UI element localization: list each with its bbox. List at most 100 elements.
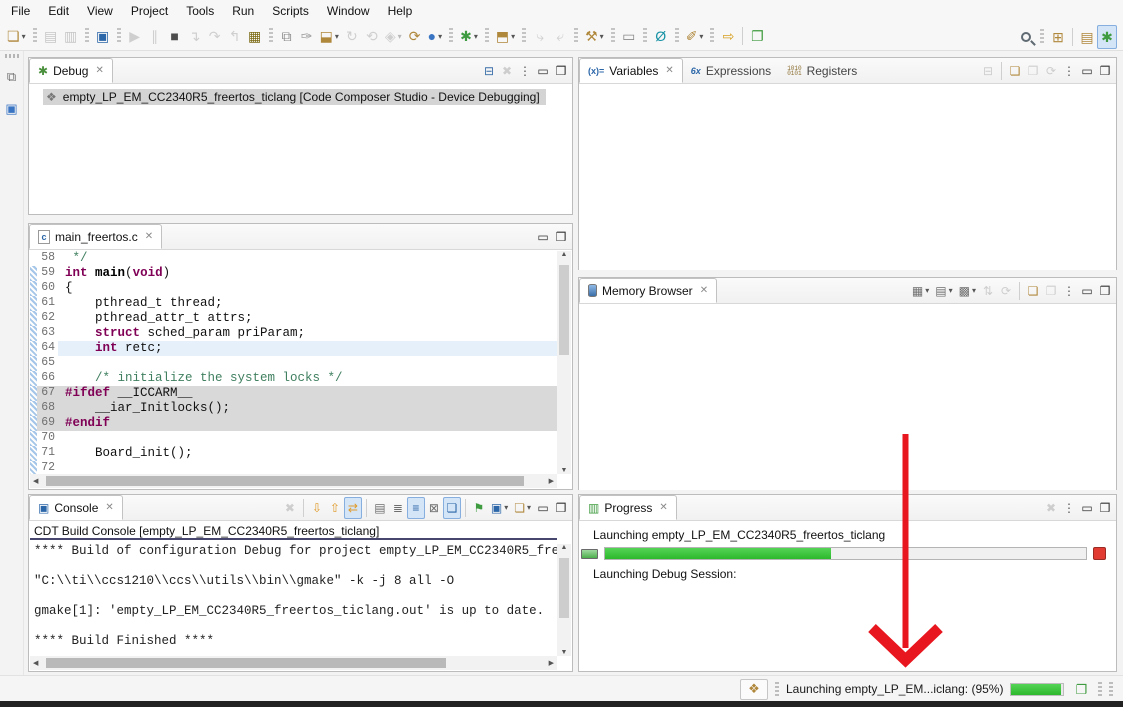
new-target-config-button[interactable]: ●▾ xyxy=(425,24,445,48)
chevron-down-icon[interactable]: ▾ xyxy=(398,32,402,41)
halt-button[interactable]: Ø xyxy=(651,24,671,48)
chevron-down-icon[interactable]: ▾ xyxy=(527,503,531,512)
flash-button[interactable]: ✐▾ xyxy=(683,24,707,48)
scroll-left-icon[interactable]: ◀ xyxy=(33,659,38,667)
minimize-button[interactable]: ▭ xyxy=(1078,60,1096,82)
load-memory-button[interactable]: ⬒▾ xyxy=(493,24,518,48)
show-progress-view-button[interactable]: ❐ xyxy=(1071,677,1091,701)
debug-session-row[interactable]: ❖ empty_LP_EM_CC2340R5_freertos_ticlang … xyxy=(43,89,546,105)
chevron-down-icon[interactable]: ▾ xyxy=(925,286,929,295)
ccs-debug-perspective-button[interactable]: ✱ xyxy=(1097,25,1117,49)
cancel-operation-button[interactable] xyxy=(1093,547,1106,560)
scroll-left-icon[interactable]: ◀ xyxy=(33,477,38,485)
tab-memory-browser[interactable]: Memory Browser ✕ xyxy=(579,278,717,303)
open-console-button[interactable]: ❏▾ xyxy=(511,497,534,519)
editor-horizontal-scrollbar[interactable]: ◀ ▶ xyxy=(30,474,557,488)
maximize-button[interactable]: ❒ xyxy=(1096,60,1114,82)
pin-console-button[interactable]: ⚑ xyxy=(470,497,488,519)
variables-content[interactable] xyxy=(579,84,1116,270)
maximize-button[interactable]: ❒ xyxy=(552,226,570,248)
view-menu-button[interactable]: ⋮ xyxy=(516,60,534,82)
ccs-edit-perspective-button[interactable]: ▤ xyxy=(1077,25,1097,49)
maximize-button[interactable]: ❒ xyxy=(552,60,570,82)
scroll-down-icon[interactable]: ▼ xyxy=(561,649,568,656)
show-on-output-button[interactable]: ❏ xyxy=(443,497,461,519)
chevron-down-icon[interactable]: ▾ xyxy=(335,32,339,41)
forward-button[interactable]: ⇨ xyxy=(718,24,738,48)
tab-expressions[interactable]: 6x Expressions xyxy=(683,58,779,83)
chevron-down-icon[interactable]: ▾ xyxy=(949,286,953,295)
save-output-button[interactable]: ▤ xyxy=(371,497,389,519)
debug-button[interactable]: ✱▾ xyxy=(457,24,481,48)
clear-console-button[interactable]: ⊠ xyxy=(425,497,443,519)
scrollbar-thumb[interactable] xyxy=(46,476,524,486)
load-memory-button[interactable]: ▩▾ xyxy=(956,280,979,302)
refresh-target-button[interactable]: ⟳ xyxy=(405,24,425,48)
close-icon[interactable]: ✕ xyxy=(105,502,113,513)
connect-target-button[interactable]: ⧉ xyxy=(277,24,297,48)
new-window-button[interactable]: ❐ xyxy=(747,24,767,48)
save-memory-button[interactable]: ▤▾ xyxy=(932,280,955,302)
scrollbar-thumb[interactable] xyxy=(46,658,446,668)
minimize-button[interactable]: ▭ xyxy=(1078,497,1096,519)
menu-edit[interactable]: Edit xyxy=(39,0,78,22)
menu-help[interactable]: Help xyxy=(379,0,422,22)
chevron-down-icon[interactable]: ▾ xyxy=(22,32,26,41)
tab-variables[interactable]: (x)= Variables ✕ xyxy=(579,58,683,83)
maximize-button[interactable]: ❒ xyxy=(552,497,570,519)
chevron-down-icon[interactable]: ▾ xyxy=(511,32,515,41)
editor-vertical-scrollbar[interactable]: ▲ ▼ xyxy=(557,251,571,474)
view-registers-button[interactable]: ▦ xyxy=(245,24,265,48)
switch-console-button[interactable]: ⇄ xyxy=(344,497,362,519)
console-output[interactable]: **** Build of configuration Debug for pr… xyxy=(30,544,557,656)
chevron-down-icon[interactable]: ▾ xyxy=(438,32,442,41)
new-tab-button[interactable]: ❏ xyxy=(1024,280,1042,302)
show-console-button[interactable]: ▣ xyxy=(93,24,113,48)
menu-tools[interactable]: Tools xyxy=(177,0,223,22)
load-program-button[interactable]: ⬓▾ xyxy=(317,24,342,48)
tab-progress[interactable]: ▥ Progress ✕ xyxy=(579,495,677,520)
search-button[interactable] xyxy=(1016,25,1036,49)
word-wrap-button[interactable]: ≡ xyxy=(407,497,425,519)
menu-project[interactable]: Project xyxy=(122,0,177,22)
scrollbar-thumb[interactable] xyxy=(559,265,569,355)
auto-connect-button[interactable]: ✑ xyxy=(297,24,317,48)
menu-window[interactable]: Window xyxy=(318,0,379,22)
build-button[interactable]: ⚒▾ xyxy=(582,24,607,48)
project-explorer-shortcut[interactable]: ▣ xyxy=(0,96,23,120)
chevron-down-icon[interactable]: ▾ xyxy=(972,286,976,295)
menu-file[interactable]: File xyxy=(2,0,39,22)
new-button[interactable]: ❏ xyxy=(1006,60,1024,82)
collapse-all-button[interactable]: ⊟ xyxy=(480,60,498,82)
console-horizontal-scrollbar[interactable]: ◀ ▶ xyxy=(30,656,557,670)
minimize-button[interactable]: ▭ xyxy=(1078,280,1096,302)
tab-main-freertos[interactable]: c main_freertos.c ✕ xyxy=(29,224,162,249)
scroll-up-icon[interactable]: ▲ xyxy=(561,544,568,551)
close-icon[interactable]: ✕ xyxy=(659,502,667,513)
menu-view[interactable]: View xyxy=(78,0,122,22)
open-perspective-button[interactable]: ⊞ xyxy=(1048,25,1068,49)
chevron-down-icon[interactable]: ▾ xyxy=(474,32,478,41)
scroll-right-icon[interactable]: ▶ xyxy=(549,477,554,485)
menu-scripts[interactable]: Scripts xyxy=(263,0,318,22)
scroll-down-icon[interactable]: ▼ xyxy=(561,467,568,474)
minimize-button[interactable]: ▭ xyxy=(534,226,552,248)
scrollbar-thumb[interactable] xyxy=(559,558,569,618)
terminate-button[interactable]: ■ xyxy=(165,24,185,48)
chevron-down-icon[interactable]: ▾ xyxy=(504,503,508,512)
next-console-button[interactable]: ⇩ xyxy=(308,497,326,519)
console-vertical-scrollbar[interactable]: ▲ ▼ xyxy=(557,544,571,656)
display-console-button[interactable]: ▣▾ xyxy=(488,497,511,519)
minimize-button[interactable]: ▭ xyxy=(534,497,552,519)
memory-content[interactable] xyxy=(579,304,1116,490)
menu-run[interactable]: Run xyxy=(223,0,263,22)
previous-console-button[interactable]: ⇧ xyxy=(326,497,344,519)
scroll-right-icon[interactable]: ▶ xyxy=(549,659,554,667)
status-launch-button[interactable]: ❖ xyxy=(740,679,768,700)
maximize-button[interactable]: ❒ xyxy=(1096,280,1114,302)
close-icon[interactable]: ✕ xyxy=(700,285,708,296)
close-icon[interactable]: ✕ xyxy=(95,65,103,76)
view-menu-button[interactable]: ⋮ xyxy=(1060,280,1078,302)
close-icon[interactable]: ✕ xyxy=(145,231,153,242)
device-options-button[interactable]: ▦▾ xyxy=(909,280,932,302)
